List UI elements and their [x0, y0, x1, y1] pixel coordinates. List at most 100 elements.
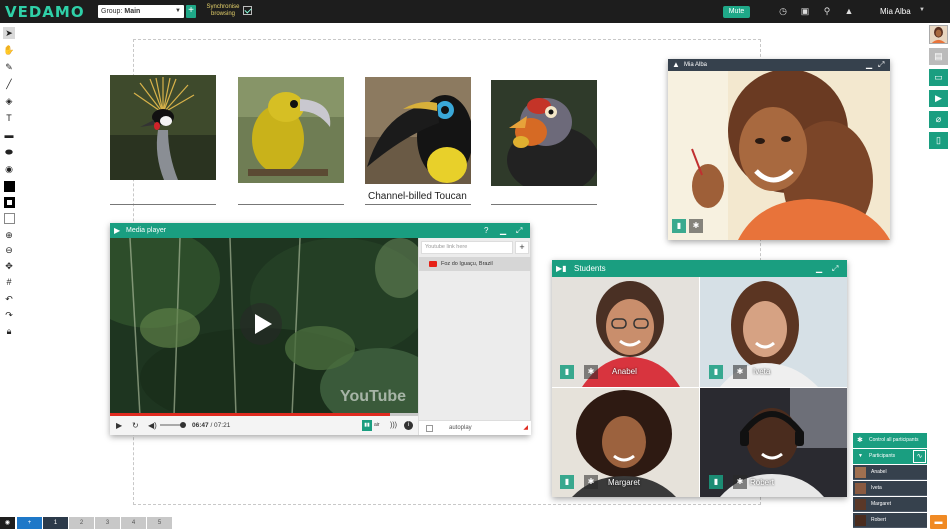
participants-header[interactable]: ▼ Participants ∿: [853, 449, 927, 464]
youtube-link-input[interactable]: Youtube link here: [421, 241, 513, 254]
participants-panel-icon[interactable]: ▤: [929, 48, 948, 65]
microphone-icon[interactable]: ▮: [709, 365, 723, 379]
student-name: Iveta: [753, 367, 771, 376]
participant-row[interactable]: Anabel: [853, 465, 927, 480]
top-bar: VEDAMO Group: Main ▼ + Synchronise brows…: [0, 0, 950, 23]
sync-browsing-label: Synchronise browsing: [206, 4, 240, 17]
notes-icon[interactable]: ▯: [929, 132, 948, 149]
text-tool-icon[interactable]: T: [3, 112, 15, 124]
mute-button[interactable]: Mute: [723, 6, 750, 18]
group-select[interactable]: Group: Main ▼: [98, 5, 184, 18]
expand-icon[interactable]: ⤢: [516, 223, 522, 238]
sync-browsing-checkbox[interactable]: [243, 6, 252, 15]
control-all-participants-button[interactable]: ✱ Control all participants: [853, 433, 927, 448]
user-name[interactable]: Mia Alba: [880, 7, 911, 16]
zoom-out-icon[interactable]: ⊖: [3, 244, 15, 256]
minimize-icon[interactable]: ▁: [500, 223, 506, 238]
students-title: Students: [574, 264, 606, 273]
add-group-button[interactable]: +: [186, 5, 196, 18]
attachment-icon[interactable]: ⌀: [929, 111, 948, 128]
expand-icon[interactable]: ⤢: [878, 59, 884, 71]
participant-row[interactable]: Margaret: [853, 497, 927, 512]
chat-icon[interactable]: ▬: [930, 515, 947, 529]
ellipse-tool-icon[interactable]: ⬬: [3, 146, 15, 158]
page-tab[interactable]: 4: [121, 517, 146, 529]
microphone-icon[interactable]: ▮: [709, 475, 723, 489]
redo-icon[interactable]: ↷: [3, 309, 15, 321]
lock-icon[interactable]: 🔒︎: [3, 325, 15, 337]
yellow-toucanet-image[interactable]: [238, 77, 344, 183]
media-player-header[interactable]: ▶ Media player ? ▁ ⤢: [110, 223, 530, 238]
playlist-item[interactable]: Foz do Iguaçu, Brazil: [419, 257, 531, 271]
pen-tool-icon[interactable]: ✎: [3, 61, 15, 73]
broadcast-button[interactable]: ▮▮: [362, 420, 372, 431]
help-icon[interactable]: ?: [484, 223, 488, 238]
chat-bubble-icon[interactable]: ▭: [929, 69, 948, 86]
clock-icon[interactable]: ◷: [778, 6, 788, 16]
eye-icon[interactable]: ◉: [0, 517, 15, 529]
king-vulture-image[interactable]: [491, 80, 597, 186]
channel-billed-toucan-image[interactable]: [365, 77, 471, 184]
students-header[interactable]: ▶▮ Students ▁ ⤢: [552, 260, 847, 277]
media-play-icon[interactable]: ▶: [929, 90, 948, 107]
wrench-icon[interactable]: ✱: [689, 219, 703, 233]
mia-alba-header[interactable]: ▲ Mia Alba ▁ ⤢: [668, 59, 890, 71]
location-pin-icon[interactable]: ⚲: [822, 6, 832, 16]
page-tab[interactable]: 1: [43, 517, 68, 529]
fill-color-swatch[interactable]: [4, 181, 15, 192]
add-link-button[interactable]: +: [515, 241, 529, 254]
microphone-icon[interactable]: ▮: [672, 219, 686, 233]
mia-alba-title: Mia Alba: [684, 62, 708, 68]
fill-tool-icon[interactable]: ◈: [3, 95, 15, 107]
wrench-icon[interactable]: ✱: [584, 475, 598, 489]
toucan-caption[interactable]: Channel-billed Toucan: [368, 191, 467, 202]
replay-icon[interactable]: ↻: [132, 416, 139, 435]
select-tool-icon[interactable]: ➤: [3, 27, 15, 39]
crowned-crane-image[interactable]: [110, 75, 216, 180]
volume-icon[interactable]: ◀): [148, 416, 157, 435]
page-tab[interactable]: 3: [95, 517, 120, 529]
user-menu-chevron-icon[interactable]: ▼: [919, 7, 925, 13]
microphone-icon[interactable]: ▮: [560, 475, 574, 489]
caption-line: [110, 204, 216, 205]
grid-icon[interactable]: #: [3, 276, 15, 288]
students-window[interactable]: ▶▮ Students ▁ ⤢ ▮ ✱ Anabel ▮ ✱ Iveta ▮ ✱…: [552, 260, 847, 497]
chart-icon[interactable]: ∿: [913, 450, 926, 463]
line-tool-icon[interactable]: ╱: [3, 78, 15, 90]
page-tab[interactable]: 2: [69, 517, 94, 529]
video-frame[interactable]: YouTube: [110, 238, 418, 416]
stamp-tool-icon[interactable]: ◉: [3, 163, 15, 175]
time-current: 06:47: [192, 422, 209, 429]
wrench-icon[interactable]: ✱: [733, 475, 747, 489]
info-icon[interactable]: i: [404, 421, 413, 430]
resize-handle-icon[interactable]: ◢: [523, 421, 528, 436]
media-player-window[interactable]: ▶ Media player ? ▁ ⤢ YouTube ▶ ↻ ◀) 06:4…: [110, 223, 531, 436]
signal-icon[interactable]: ))): [390, 416, 397, 435]
microphone-icon[interactable]: ▮: [560, 365, 574, 379]
playlist-item-title: Foz do Iguaçu, Brazil: [441, 261, 493, 267]
rectangle-tool-icon[interactable]: ▬: [3, 129, 15, 141]
undo-icon[interactable]: ↶: [3, 293, 15, 305]
bell-icon[interactable]: ▲: [844, 6, 854, 16]
participant-row[interactable]: Iveta: [853, 481, 927, 496]
volume-slider[interactable]: [160, 422, 186, 428]
calendar-icon[interactable]: ▣: [800, 6, 810, 16]
stroke-width-swatch[interactable]: [4, 213, 15, 224]
page-tab[interactable]: 5: [147, 517, 172, 529]
play-button-icon[interactable]: ▶: [116, 416, 122, 435]
autoplay-checkbox[interactable]: [426, 425, 433, 432]
mia-alba-video-window[interactable]: ▲ Mia Alba ▁ ⤢ ▮ ✱: [668, 59, 890, 240]
add-page-button[interactable]: +: [17, 517, 42, 529]
wrench-icon[interactable]: ✱: [584, 365, 598, 379]
stroke-color-swatch[interactable]: [4, 197, 15, 208]
move-icon[interactable]: ✥: [3, 260, 15, 272]
expand-icon[interactable]: ⤢: [832, 260, 838, 277]
hand-tool-icon[interactable]: ✋: [3, 44, 15, 56]
zoom-in-icon[interactable]: ⊕: [3, 229, 15, 241]
participant-name: Anabel: [871, 469, 887, 475]
minimize-icon[interactable]: ▁: [816, 260, 822, 277]
minimize-icon[interactable]: ▁: [866, 59, 872, 71]
wrench-icon[interactable]: ✱: [733, 365, 747, 379]
participant-row[interactable]: Robert: [853, 513, 927, 528]
user-avatar[interactable]: [929, 25, 948, 44]
